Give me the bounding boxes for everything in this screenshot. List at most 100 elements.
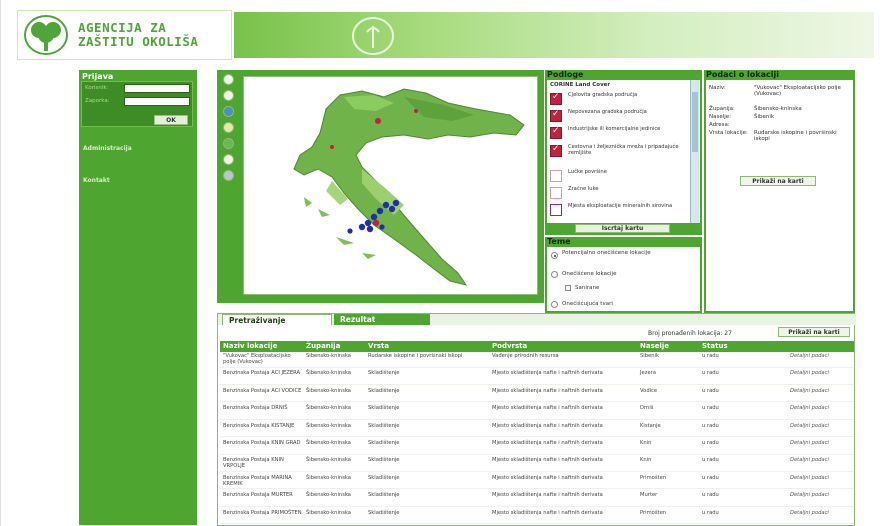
table-cell: Benzinska Postaja KISTANJE	[223, 422, 295, 429]
table-cell: Kistanje	[640, 422, 661, 429]
detail-value: "Vukovac" Eksploatacijsko polje (Vukovac…	[754, 85, 841, 97]
column-header[interactable]: Podvrsta	[492, 341, 527, 352]
scrollbar-thumb[interactable]	[692, 92, 698, 152]
password-input[interactable]	[124, 97, 190, 106]
table-row[interactable]: "Vukovac" Eksploatacijsko polje (Vukovac…	[220, 353, 854, 368]
table-cell: Drniš	[640, 405, 654, 412]
zoom-in-icon[interactable]	[223, 74, 234, 85]
globe-icon[interactable]	[223, 106, 234, 117]
sidebar-link-administration[interactable]: Administracija	[83, 145, 132, 152]
details-link[interactable]: Detaljni podaci	[790, 388, 852, 395]
table-row[interactable]: Benzinska Postaja KNIN VRPOLJE Šibensko-k…	[220, 457, 854, 472]
themes-panel: Teme Potencijalno onečišćene lokacije On…	[545, 237, 702, 313]
details-link[interactable]: Detaljni podaci	[790, 475, 852, 482]
column-header[interactable]: Županija	[306, 341, 340, 352]
full-extent-icon[interactable]	[223, 138, 234, 149]
print-icon[interactable]	[223, 170, 234, 181]
show-on-map-button[interactable]: Prikaži na karti	[740, 176, 816, 186]
password-label: Zaporka:	[85, 98, 110, 104]
table-cell: u radu	[702, 492, 719, 499]
layer-group-label: CORINE Land Cover	[550, 82, 611, 88]
agency-logo[interactable]: AGENCIJA ZA ZAŠTITU OKOLIŠA	[17, 10, 232, 60]
sidebar-link-contact[interactable]: Kontakt	[83, 177, 110, 184]
table-cell: Primošten	[640, 474, 667, 481]
table-row[interactable]: Benzinska Postaja MURTER Šibensko-kninska…	[220, 492, 854, 507]
table-cell: Jezera	[640, 370, 656, 377]
layer-item[interactable]: Industrijske ili komercijalne jedinice	[550, 126, 690, 146]
username-input[interactable]	[124, 84, 190, 93]
theme-radio-polluted[interactable]	[551, 271, 558, 278]
theme-radio-potential[interactable]	[551, 252, 558, 259]
details-body: Naziv: "Vukovac" Eksploatacijsko polje (…	[706, 80, 853, 311]
column-header[interactable]: Status	[702, 341, 728, 352]
layer-label: Mjesta eksploatacije mineralnih sirovina	[568, 203, 673, 209]
column-header[interactable]: Naziv lokacije	[223, 341, 277, 352]
tab-result[interactable]: Rezultat	[334, 314, 430, 325]
layers-title: Podloge	[547, 70, 584, 79]
table-row[interactable]: Benzinska Postaja ACI JEZERA Šibensko-kni…	[220, 370, 854, 385]
table-cell: Mjesto skladištenja nafte i naftnih deri…	[492, 405, 603, 412]
table-row[interactable]: Benzinska Postaja KNIN GRAD Šibensko-knin…	[220, 440, 854, 455]
table-row[interactable]: Benzinska Postaja PRIMOŠTEN Šibensko-knin…	[220, 510, 854, 525]
table-row[interactable]: Benzinska Postaja MARINA KREMIK Šibensko-…	[220, 475, 854, 490]
layer-checkbox[interactable]	[550, 126, 562, 139]
details-link[interactable]: Detaljni podaci	[790, 371, 852, 377]
layers-scrollbar[interactable]	[690, 80, 699, 223]
table-cell: Mjesto skladištenja nafte i naftnih deri…	[492, 370, 603, 377]
table-cell: u radu	[702, 370, 719, 377]
details-link[interactable]: Detaljni podaci	[790, 492, 852, 499]
table-cell: u radu	[702, 353, 719, 359]
layer-checkbox[interactable]	[550, 187, 562, 199]
layer-checkbox[interactable]	[550, 170, 562, 182]
details-link[interactable]: Detaljni podaci	[790, 440, 852, 447]
theme-checkbox-remediated[interactable]	[565, 285, 571, 291]
map-panel	[217, 70, 544, 303]
zoom-out-icon[interactable]	[223, 90, 234, 101]
map-canvas[interactable]	[243, 76, 538, 295]
detail-label: Županija:	[709, 106, 735, 112]
show-all-on-map-button[interactable]: Prikaži na karti	[778, 327, 850, 337]
table-cell: Šibensko-kninska	[306, 492, 351, 499]
layer-checkbox[interactable]	[550, 109, 562, 122]
column-header[interactable]: Naselje	[640, 341, 669, 352]
results-table-header: Naziv lokacije Županija Vrsta Podvrsta N…	[220, 341, 854, 352]
table-cell: Benzinska Postaja DRNIŠ	[223, 405, 288, 412]
results-tabs: Pretraživanje Rezultat	[218, 314, 856, 325]
tab-search[interactable]: Pretraživanje	[222, 314, 332, 325]
theme-radio-pollutant[interactable]	[551, 301, 558, 308]
table-cell: u radu	[702, 440, 719, 446]
layer-item[interactable]: Cestovna i željeznička mreža i pripadaju…	[550, 144, 690, 164]
pan-icon[interactable]	[223, 122, 234, 133]
layer-label: Lučke površine	[568, 169, 607, 175]
details-link[interactable]: Detaljni podaci	[790, 353, 852, 360]
layer-item[interactable]: Mjesta eksploatacije mineralnih sirovina	[550, 203, 690, 223]
table-row[interactable]: Benzinska Postaja DRNIŠ Šibensko-kninska S…	[220, 405, 854, 420]
themes-title: Teme	[547, 237, 571, 246]
table-cell: u radu	[702, 422, 719, 429]
details-link[interactable]: Detaljni podaci	[790, 458, 852, 464]
table-cell: Šibensko-kninska	[306, 440, 351, 446]
details-link[interactable]: Detaljni podaci	[790, 405, 852, 412]
page: AGENCIJA ZA ZAŠTITU OKOLIŠA Prijava Kori…	[0, 0, 885, 526]
location-details-panel: Podaci o lokaciji Naziv: "Vukovac" Ekspl…	[704, 70, 855, 313]
identify-icon[interactable]	[223, 154, 234, 165]
croatia-map	[293, 88, 525, 286]
layer-checkbox[interactable]	[550, 204, 562, 216]
table-row[interactable]: Benzinska Postaja KISTANJE Šibensko-knins…	[220, 423, 854, 438]
tree-watermark-icon	[352, 17, 394, 55]
detail-label: Adresa:	[709, 122, 730, 128]
username-label: Korisnik:	[85, 85, 109, 91]
column-header[interactable]: Vrsta	[368, 341, 389, 352]
details-link[interactable]: Detaljni podaci	[790, 510, 852, 517]
table-cell: Mjesto skladištenja nafte i naftnih deri…	[492, 509, 603, 516]
layer-checkbox[interactable]	[550, 92, 562, 105]
layer-label: Zračne luke	[568, 186, 599, 192]
draw-map-button[interactable]: Iscrtaj kartu	[575, 224, 670, 233]
table-row[interactable]: Benzinska Postaja ACI VODICE Šibensko-kni…	[220, 388, 854, 403]
table-cell: Mjesto skladištenja nafte i naftnih deri…	[492, 387, 603, 394]
layer-checkbox[interactable]	[550, 144, 562, 157]
table-cell: Murter	[640, 492, 658, 499]
login-ok-button[interactable]: OK	[154, 115, 188, 125]
details-link[interactable]: Detaljni podaci	[790, 423, 852, 430]
table-cell: Benzinska Postaja PRIMOŠTEN	[223, 509, 302, 516]
